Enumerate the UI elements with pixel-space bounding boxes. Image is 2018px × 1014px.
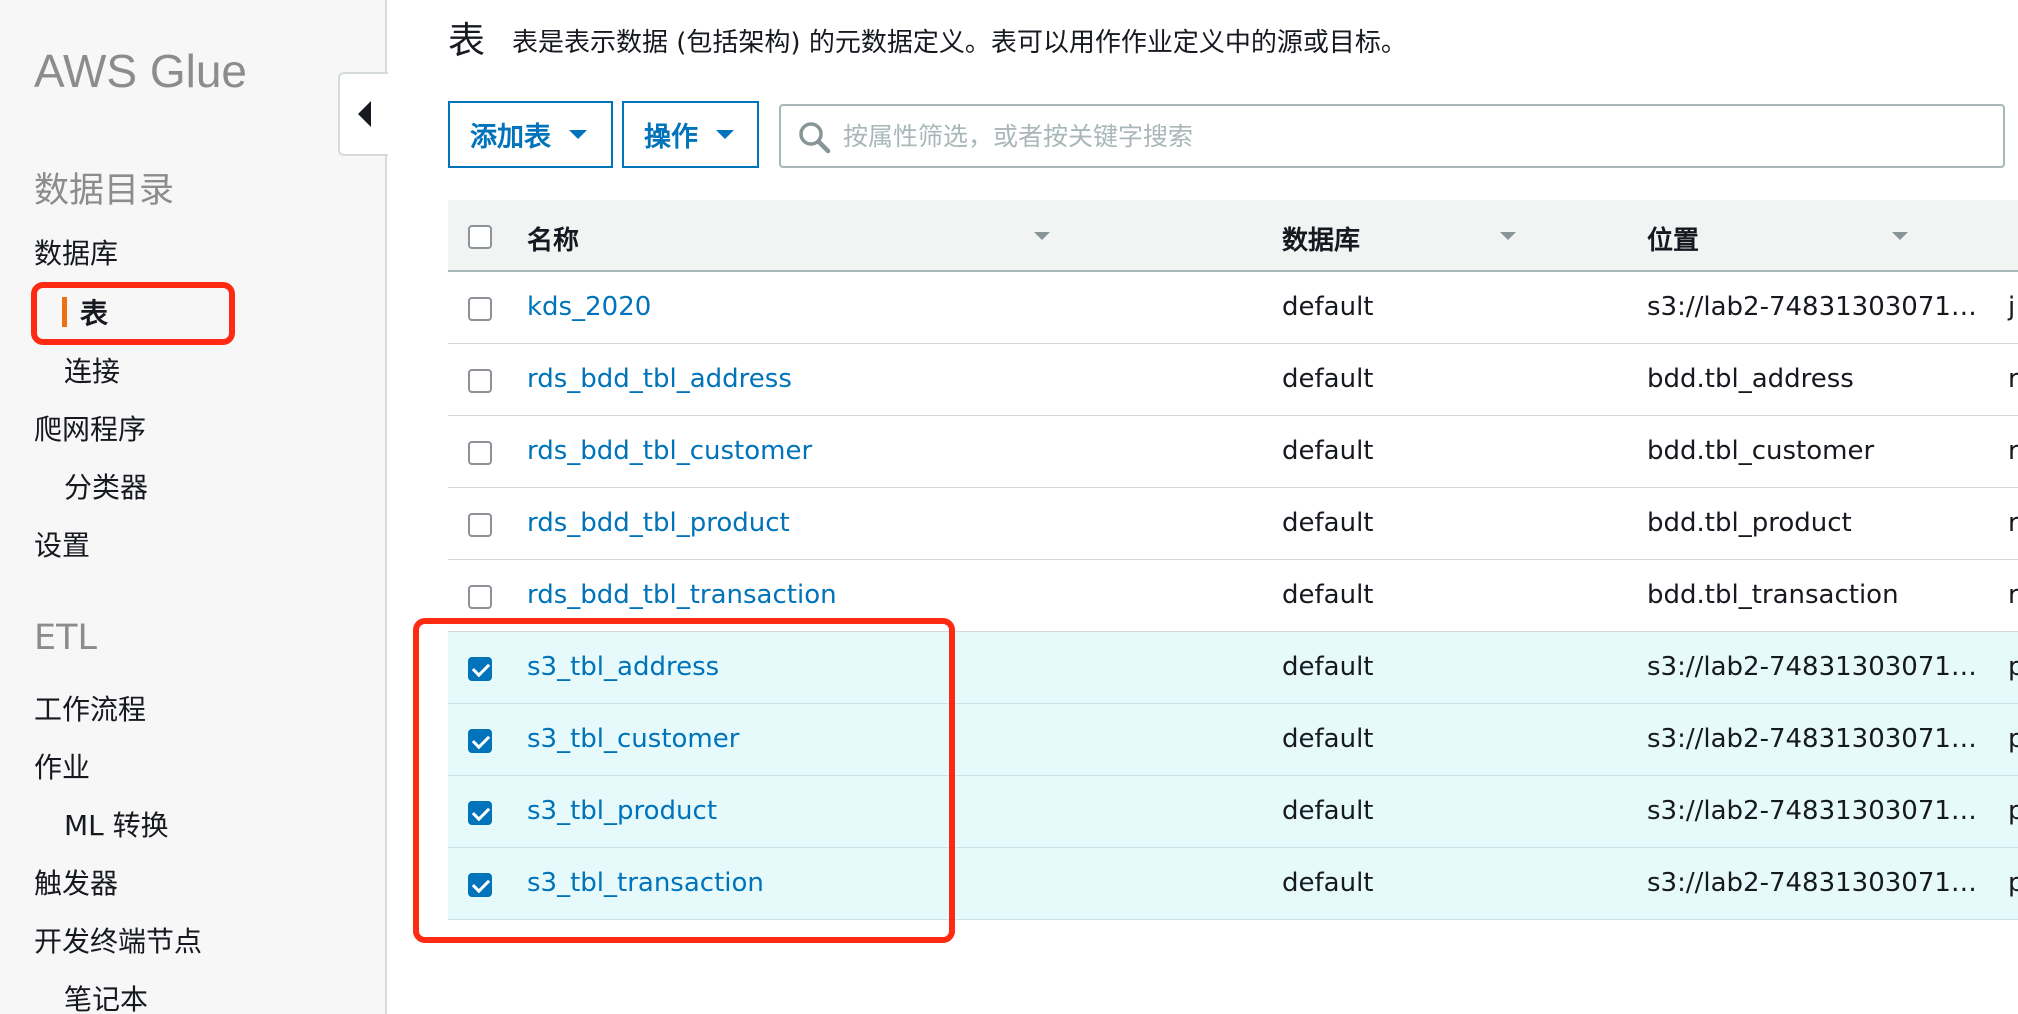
table-location: s3://lab2-748313030715... [1647, 652, 1987, 682]
sidebar-item-jobs[interactable]: 作业 [34, 746, 90, 786]
table-location: bdd.tbl_product [1647, 508, 1852, 538]
sidebar-item-crawlers[interactable]: 爬网程序 [34, 408, 146, 448]
sort-down-icon[interactable] [1892, 232, 1908, 240]
caret-left-icon [357, 101, 371, 127]
table-row[interactable]: rds_bdd_tbl_transaction default bdd.tbl_… [448, 560, 2018, 632]
table-location: s3://lab2-748313030715... [1647, 292, 1987, 322]
page-title: 表 [448, 19, 485, 62]
table-row[interactable]: kds_2020 default s3://lab2-748313030715.… [448, 272, 2018, 344]
table-classification: r [2008, 436, 2018, 466]
table-classification: p [2008, 868, 2018, 898]
table-location: s3://lab2-748313030715... [1647, 868, 1987, 898]
chevron-down-icon [716, 130, 734, 139]
column-header-location[interactable]: 位置 [1647, 220, 1987, 257]
table-name-link[interactable]: s3_tbl_transaction [527, 868, 764, 898]
add-table-button[interactable]: 添加表 [448, 101, 613, 168]
page-description: 表是表示数据 (包括架构) 的元数据定义。表可以用作作业定义中的源或目标。 [512, 28, 1407, 58]
table-name-link[interactable]: rds_bdd_tbl_transaction [527, 580, 837, 610]
row-checkbox[interactable] [468, 657, 492, 681]
table-database: default [1282, 652, 1374, 682]
column-header-name[interactable]: 名称 [527, 220, 579, 257]
table-row[interactable]: s3_tbl_product default s3://lab2-7483130… [448, 776, 2018, 848]
sidebar-item-dev-endpoints[interactable]: 开发终端节点 [34, 920, 202, 960]
search-input[interactable] [843, 114, 1983, 158]
sidebar-item-tables[interactable]: 表 [80, 292, 108, 332]
select-all-checkbox[interactable] [468, 225, 492, 249]
table-name-link[interactable]: rds_bdd_tbl_address [527, 364, 792, 394]
sort-down-icon[interactable] [1500, 232, 1516, 240]
table-database: default [1282, 436, 1374, 466]
sidebar-item-connections[interactable]: 连接 [64, 350, 120, 390]
chevron-down-icon [569, 130, 587, 139]
sidebar-item-databases[interactable]: 数据库 [34, 232, 118, 272]
table-name-link[interactable]: kds_2020 [527, 292, 651, 322]
table-classification: p [2008, 724, 2018, 754]
table-database: default [1282, 508, 1374, 538]
table-location: s3://lab2-748313030715... [1647, 724, 1987, 754]
table-classification: p [2008, 652, 2018, 682]
table-location: bdd.tbl_address [1647, 364, 1854, 394]
table-name-link[interactable]: s3_tbl_customer [527, 724, 739, 754]
table-database: default [1282, 364, 1374, 394]
table-header: 名称 数据库 位置 [448, 200, 2018, 272]
sidebar-item-settings[interactable]: 设置 [34, 524, 90, 564]
table-name-link[interactable]: s3_tbl_address [527, 652, 719, 682]
table-database: default [1282, 724, 1374, 754]
row-checkbox[interactable] [468, 873, 492, 897]
main-content: 表 表是表示数据 (包括架构) 的元数据定义。表可以用作作业定义中的源或目标。 … [388, 0, 2018, 1014]
table-row[interactable]: rds_bdd_tbl_product default bdd.tbl_prod… [448, 488, 2018, 560]
search-box [779, 104, 2005, 168]
sidebar-item-ml-transforms[interactable]: ML 转换 [64, 804, 169, 844]
table-location: bdd.tbl_customer [1647, 436, 1875, 466]
row-checkbox[interactable] [468, 585, 492, 609]
row-checkbox[interactable] [468, 729, 492, 753]
sidebar-item-triggers[interactable]: 触发器 [34, 862, 118, 902]
table-name-link[interactable]: rds_bdd_tbl_customer [527, 436, 812, 466]
table-classification: r [2008, 508, 2018, 538]
table-classification: p [2008, 796, 2018, 826]
table-row[interactable]: rds_bdd_tbl_customer default bdd.tbl_cus… [448, 416, 2018, 488]
collapse-sidebar-button[interactable] [338, 72, 388, 156]
table-row[interactable]: s3_tbl_address default s3://lab2-7483130… [448, 632, 2018, 704]
sidebar: AWS Glue 数据目录 数据库 表 连接 爬网程序 分类器 设置 ETL 工… [0, 0, 387, 1014]
app-title: AWS Glue [34, 45, 248, 97]
table-database: default [1282, 580, 1374, 610]
table-database: default [1282, 292, 1374, 322]
table-classification: r [2008, 580, 2018, 610]
table-database: default [1282, 796, 1374, 826]
table-database: default [1282, 868, 1374, 898]
table-location: bdd.tbl_transaction [1647, 580, 1899, 610]
column-header-database[interactable]: 数据库 [1282, 220, 1360, 257]
table-classification: r [2008, 364, 2018, 394]
sidebar-item-classifiers[interactable]: 分类器 [64, 466, 148, 506]
row-checkbox[interactable] [468, 369, 492, 393]
action-label: 操作 [644, 122, 698, 153]
table-row[interactable]: s3_tbl_customer default s3://lab2-748313… [448, 704, 2018, 776]
sort-down-icon[interactable] [1034, 232, 1050, 240]
sidebar-item-workflows[interactable]: 工作流程 [34, 688, 146, 728]
sidebar-item-notebooks[interactable]: 笔记本 [64, 978, 148, 1014]
active-item-marker [62, 297, 67, 327]
table-name-link[interactable]: rds_bdd_tbl_product [527, 508, 790, 538]
row-checkbox[interactable] [468, 441, 492, 465]
action-button[interactable]: 操作 [622, 101, 759, 168]
section-etl: ETL [34, 618, 97, 658]
section-data-catalog: 数据目录 [34, 171, 175, 211]
search-icon [799, 122, 831, 154]
table-location: s3://lab2-748313030715... [1647, 796, 1987, 826]
add-table-label: 添加表 [470, 122, 551, 153]
row-checkbox[interactable] [468, 801, 492, 825]
table-classification: j [2008, 292, 2016, 322]
table-row[interactable]: s3_tbl_transaction default s3://lab2-748… [448, 848, 2018, 920]
table-row[interactable]: rds_bdd_tbl_address default bdd.tbl_addr… [448, 344, 2018, 416]
row-checkbox[interactable] [468, 513, 492, 537]
tables-table: 名称 数据库 位置 kds_2020 default s3://lab2-748… [448, 200, 2018, 920]
row-checkbox[interactable] [468, 297, 492, 321]
table-name-link[interactable]: s3_tbl_product [527, 796, 717, 826]
